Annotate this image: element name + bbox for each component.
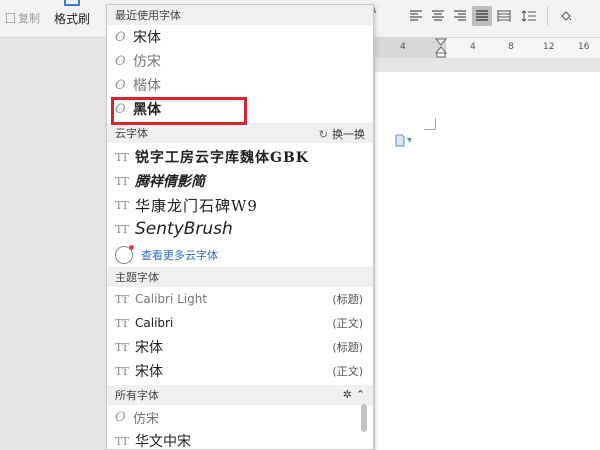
horizontal-ruler[interactable]: 4 4 8 12 16 <box>375 38 600 58</box>
distributed-icon[interactable] <box>494 6 514 26</box>
opentype-font-icon: O <box>115 53 126 69</box>
align-left-icon[interactable] <box>406 6 426 26</box>
indent-marker-icon[interactable] <box>435 38 447 58</box>
format-painter-button[interactable]: 格式刷 <box>54 10 90 27</box>
truetype-font-icon: TT <box>115 222 129 236</box>
truetype-font-icon: TT <box>115 364 129 378</box>
font-item-recent[interactable]: O 仿宋 <box>107 49 373 73</box>
more-cloud-fonts-link[interactable]: 查看更多云字体 <box>107 243 373 267</box>
font-item-all[interactable]: O 仿宋 <box>107 405 373 429</box>
line-spacing-icon[interactable] <box>516 6 542 26</box>
toolbar-divider <box>547 6 548 26</box>
ruler-mark: 8 <box>508 42 514 52</box>
opentype-font-icon: O <box>115 29 126 45</box>
theme-fonts-header: 主题字体 <box>107 267 373 287</box>
truetype-font-icon: TT <box>115 150 129 164</box>
recent-fonts-header: 最近使用字体 <box>107 5 373 25</box>
font-item-recent[interactable]: O 宋体 <box>107 25 373 49</box>
font-item-cloud[interactable]: TT SentyBrush <box>107 217 373 241</box>
document-page[interactable] <box>375 72 600 450</box>
format-painter-label: 格式刷 <box>54 12 91 26</box>
ruler-mark: 16 <box>578 42 590 52</box>
collapse-up-icon[interactable]: ⌃ <box>356 388 365 401</box>
truetype-font-icon: TT <box>115 340 129 354</box>
dropdown-scrollbar[interactable] <box>361 404 367 432</box>
highlight-fill-icon[interactable] <box>553 6 579 26</box>
font-item-recent[interactable]: O 楷体 <box>107 73 373 97</box>
ruler-mark: 4 <box>470 42 476 52</box>
chevron-down-icon: ▾ <box>407 134 413 146</box>
align-right-icon[interactable] <box>450 6 470 26</box>
paste-options-button[interactable]: ▾ <box>395 133 425 147</box>
copy-button[interactable]: 复制 <box>6 10 40 26</box>
font-dropdown-panel[interactable]: 最近使用字体 O 宋体 O 仿宋 O 楷体 O 黑体 云字体 ↻ 换一换 TT … <box>106 4 374 450</box>
copy-icon <box>6 13 15 23</box>
selection-highlight-box <box>111 97 247 125</box>
font-item-cloud[interactable]: TT 华康龙门石碑W9 <box>107 193 373 217</box>
margin-corner-mark <box>424 118 436 130</box>
truetype-font-icon: TT <box>115 174 129 188</box>
paragraph-group <box>406 6 579 26</box>
align-center-icon[interactable] <box>428 6 448 26</box>
refresh-icon: ↻ <box>318 127 328 141</box>
cloud-font-hint-icon <box>115 245 134 264</box>
font-item-theme[interactable]: TT Calibri Light (标题) <box>107 287 373 311</box>
ruler-active-area <box>445 38 600 58</box>
opentype-font-icon: O <box>115 77 126 93</box>
cloud-fonts-header: 云字体 ↻ 换一换 <box>107 123 373 143</box>
font-item-cloud[interactable]: TT 锐字工房云字库魏体GBK <box>107 145 373 169</box>
font-item-theme[interactable]: TT 宋体 (正文) <box>107 359 373 383</box>
pin-icon[interactable]: ✲ <box>343 388 352 401</box>
font-item-all[interactable]: TT 华文中宋 <box>107 429 373 449</box>
document-icon <box>395 134 405 146</box>
font-item-theme[interactable]: TT 宋体 (标题) <box>107 335 373 359</box>
font-item-cloud[interactable]: TT 腾祥倩影简 <box>107 169 373 193</box>
ruler-mark: 12 <box>543 42 555 52</box>
all-fonts-header: 所有字体 ✲ ⌃ <box>107 385 373 405</box>
truetype-font-icon: TT <box>115 434 129 448</box>
justify-icon[interactable] <box>472 6 492 26</box>
truetype-font-icon: TT <box>115 292 129 306</box>
truetype-font-icon: TT <box>115 198 129 212</box>
clipboard-group: 复制 格式刷 <box>0 0 106 38</box>
refresh-cloud-button[interactable]: ↻ 换一换 <box>319 126 365 142</box>
font-item-theme[interactable]: TT Calibri (正文) <box>107 311 373 335</box>
format-painter-icon <box>64 0 80 6</box>
ruler-mark: 4 <box>400 42 406 52</box>
truetype-font-icon: TT <box>115 316 129 330</box>
opentype-font-icon: O <box>115 409 126 425</box>
